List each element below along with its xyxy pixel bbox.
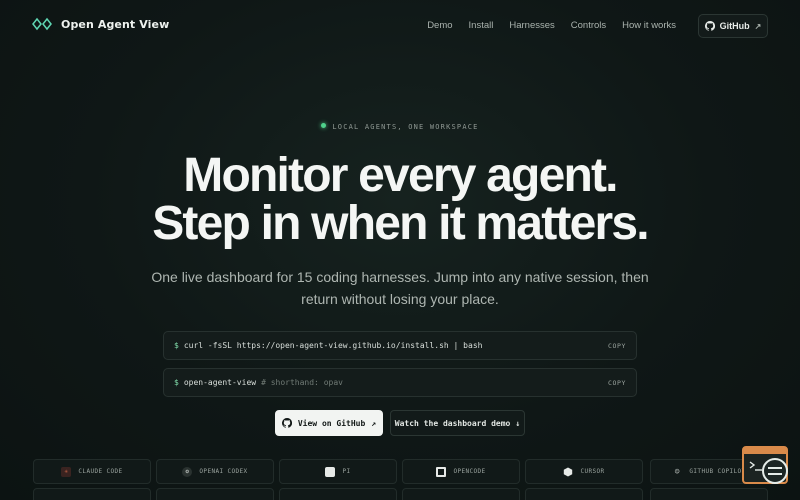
harness-chip-openai-codex[interactable]: ❂ OPENAI CODEX: [156, 459, 274, 484]
harness-chip-opencode[interactable]: OPENCODE: [402, 459, 520, 484]
external-arrow-icon: ↗: [371, 418, 377, 428]
github-icon: [281, 418, 292, 428]
harness-label: PI: [342, 468, 351, 475]
nav-link-harnesses[interactable]: Harnesses: [509, 20, 554, 31]
harness-chip-cursor[interactable]: CURSOR: [525, 459, 643, 484]
harness-label: GITHUB COPILOT: [689, 468, 746, 475]
harness-chip[interactable]: [525, 488, 643, 500]
headline-line-2: Step in when it matters.: [152, 197, 649, 250]
nav-link-install[interactable]: Install: [469, 20, 494, 31]
eyebrow: LOCAL AGENTS, ONE WORKSPACE: [0, 123, 800, 131]
harness-chip-claude-code[interactable]: ✳ CLAUDE CODE: [33, 459, 151, 484]
harness-label: OPENCODE: [453, 468, 486, 475]
page-title: Monitor every agent. Step in when it mat…: [0, 152, 800, 248]
hero-subtitle: One live dashboard for 15 coding harness…: [151, 269, 649, 307]
brand-logo-icon: [32, 17, 52, 31]
terminal-prompt-icon: [749, 461, 762, 471]
top-nav: Open Agent View Demo Install Harnesses C…: [0, 0, 800, 52]
nav-link-how-it-works[interactable]: How it works: [622, 20, 676, 31]
github-button-label: GitHub: [719, 21, 750, 31]
cursor-icon: [563, 467, 573, 477]
pi-icon: [325, 466, 336, 477]
watch-demo-button[interactable]: Watch the dashboard demo ↓: [390, 410, 525, 436]
brand[interactable]: Open Agent View: [32, 17, 169, 31]
claude-icon: ✳: [61, 466, 72, 477]
harness-label: OPENAI CODEX: [199, 468, 248, 475]
chat-assistant-icon[interactable]: [762, 458, 788, 484]
external-arrow-icon: ↗: [754, 21, 762, 31]
harness-chip[interactable]: [650, 488, 768, 500]
harness-chip[interactable]: [33, 488, 151, 500]
copy-button[interactable]: COPY: [608, 379, 626, 387]
terminal-widget-titlebar: [744, 448, 786, 454]
harness-chip[interactable]: [156, 488, 274, 500]
arrow-down-icon: ↓: [515, 418, 521, 428]
install-command: $ curl -fsSL https://open-agent-view.git…: [163, 331, 637, 360]
copy-button[interactable]: COPY: [608, 342, 626, 350]
nav-link-controls[interactable]: Controls: [571, 20, 606, 31]
status-dot-icon: [321, 123, 327, 128]
nav-links: Demo Install Harnesses Controls How it w…: [427, 20, 676, 31]
eyebrow-text: LOCAL AGENTS, ONE WORKSPACE: [332, 123, 479, 131]
command-comment: # shorthand: opav: [261, 378, 343, 387]
nav-link-demo[interactable]: Demo: [427, 20, 452, 31]
watch-demo-label: Watch the dashboard demo: [394, 418, 511, 428]
command-text: curl -fsSL https://open-agent-view.githu…: [183, 341, 483, 350]
github-icon: [704, 21, 715, 31]
opencode-icon: [436, 466, 447, 477]
view-on-github-button[interactable]: View on GitHub ↗: [275, 410, 383, 436]
openai-icon: ❂: [182, 466, 193, 477]
view-on-github-label: View on GitHub: [297, 418, 366, 428]
run-command: $ open-agent-view # shorthand: opav COPY: [163, 368, 637, 397]
headline-line-1: Monitor every agent.: [183, 149, 618, 202]
command-prompt: $: [174, 378, 179, 387]
brand-name: Open Agent View: [61, 17, 170, 31]
github-button[interactable]: GitHub ↗: [698, 14, 768, 38]
harness-label: CLAUDE CODE: [78, 468, 123, 475]
command-text: open-agent-view: [183, 378, 257, 387]
harness-chip[interactable]: [279, 488, 397, 500]
copilot-icon: ☺: [674, 467, 681, 476]
harness-chip[interactable]: [402, 488, 520, 500]
harness-label: CURSOR: [580, 468, 605, 475]
command-prompt: $: [174, 341, 179, 350]
harness-chip-pi[interactable]: PI: [279, 459, 397, 484]
